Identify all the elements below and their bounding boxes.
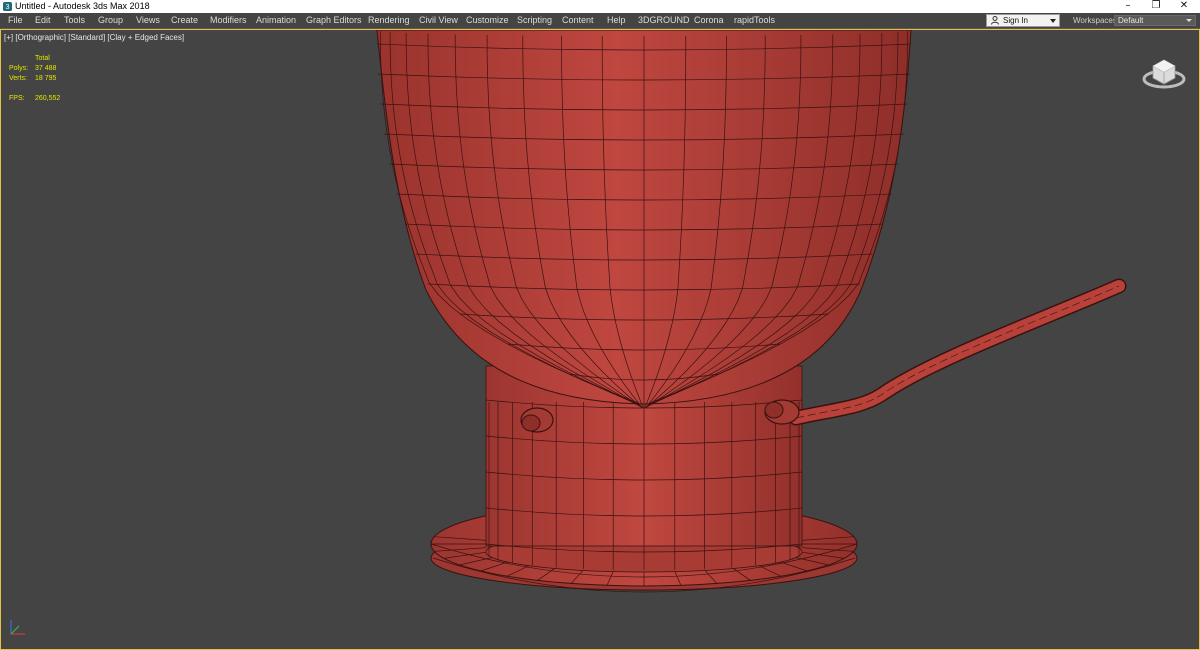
window-title: Untitled - Autodesk 3ds Max 2018 [15, 1, 150, 11]
polys-label: Polys: [9, 65, 29, 72]
verts-value: 18 795 [35, 75, 57, 82]
workspaces-value: Default [1118, 16, 1144, 25]
menu-rapidtools[interactable]: rapidTools [734, 13, 775, 28]
menu-customize[interactable]: Customize [466, 13, 509, 28]
sign-in-label: Sign In [1003, 16, 1028, 25]
menu-graph-editors[interactable]: Graph Editors [306, 13, 362, 28]
svg-text:3: 3 [6, 2, 10, 11]
perspective-viewport[interactable]: [+] [Orthographic] [Standard] [Clay + Ed… [0, 29, 1200, 650]
menu-civil-view[interactable]: Civil View [419, 13, 458, 28]
menu-3dground[interactable]: 3DGROUND [638, 13, 690, 28]
menu-corona[interactable]: Corona [694, 13, 724, 28]
chevron-down-icon [1050, 19, 1056, 23]
menu-scripting[interactable]: Scripting [517, 13, 552, 28]
maximize-button[interactable]: ❐ [1142, 0, 1170, 13]
verts-label: Verts: [9, 75, 27, 82]
vase-body [376, 30, 912, 409]
workspaces-label: Workspaces: [1073, 16, 1120, 25]
viewcube-icon[interactable] [1141, 52, 1187, 92]
menu-content[interactable]: Content [562, 13, 594, 28]
menu-file[interactable]: File [8, 13, 23, 28]
polys-value: 37 488 [35, 65, 57, 72]
menu-bar: File Edit Tools Group Views Create Modif… [0, 13, 1200, 29]
sign-in-dropdown[interactable]: Sign In [986, 14, 1060, 27]
scene-canvas [376, 30, 1127, 593]
stats-total-header: Total [35, 55, 50, 62]
viewport-statistics: Total Polys: 37 488 Verts: 18 795 FPS: 2… [9, 54, 89, 104]
title-bar: 3 Untitled - Autodesk 3ds Max 2018 – ❐ ✕ [0, 0, 1200, 13]
axis-tripod-icon [10, 620, 25, 635]
viewport-label[interactable]: [+] [Orthographic] [Standard] [Clay + Ed… [4, 33, 184, 42]
user-icon [991, 16, 999, 25]
bolt-left [520, 407, 554, 433]
menu-views[interactable]: Views [136, 13, 160, 28]
fps-label: FPS: [9, 95, 25, 102]
menu-rendering[interactable]: Rendering [368, 13, 410, 28]
menu-create[interactable]: Create [171, 13, 198, 28]
menu-tools[interactable]: Tools [64, 13, 85, 28]
menu-animation[interactable]: Animation [256, 13, 296, 28]
menu-help[interactable]: Help [607, 13, 626, 28]
minimize-button[interactable]: – [1114, 0, 1142, 13]
fps-value: 260,552 [35, 95, 61, 102]
app-icon: 3 [3, 2, 12, 11]
chevron-down-icon [1186, 19, 1192, 22]
workspaces-select[interactable]: Default [1114, 15, 1196, 26]
menu-group[interactable]: Group [98, 13, 123, 28]
close-button[interactable]: ✕ [1170, 0, 1198, 13]
bolt-right [764, 399, 800, 425]
menu-modifiers[interactable]: Modifiers [210, 13, 247, 28]
menu-edit[interactable]: Edit [35, 13, 51, 28]
